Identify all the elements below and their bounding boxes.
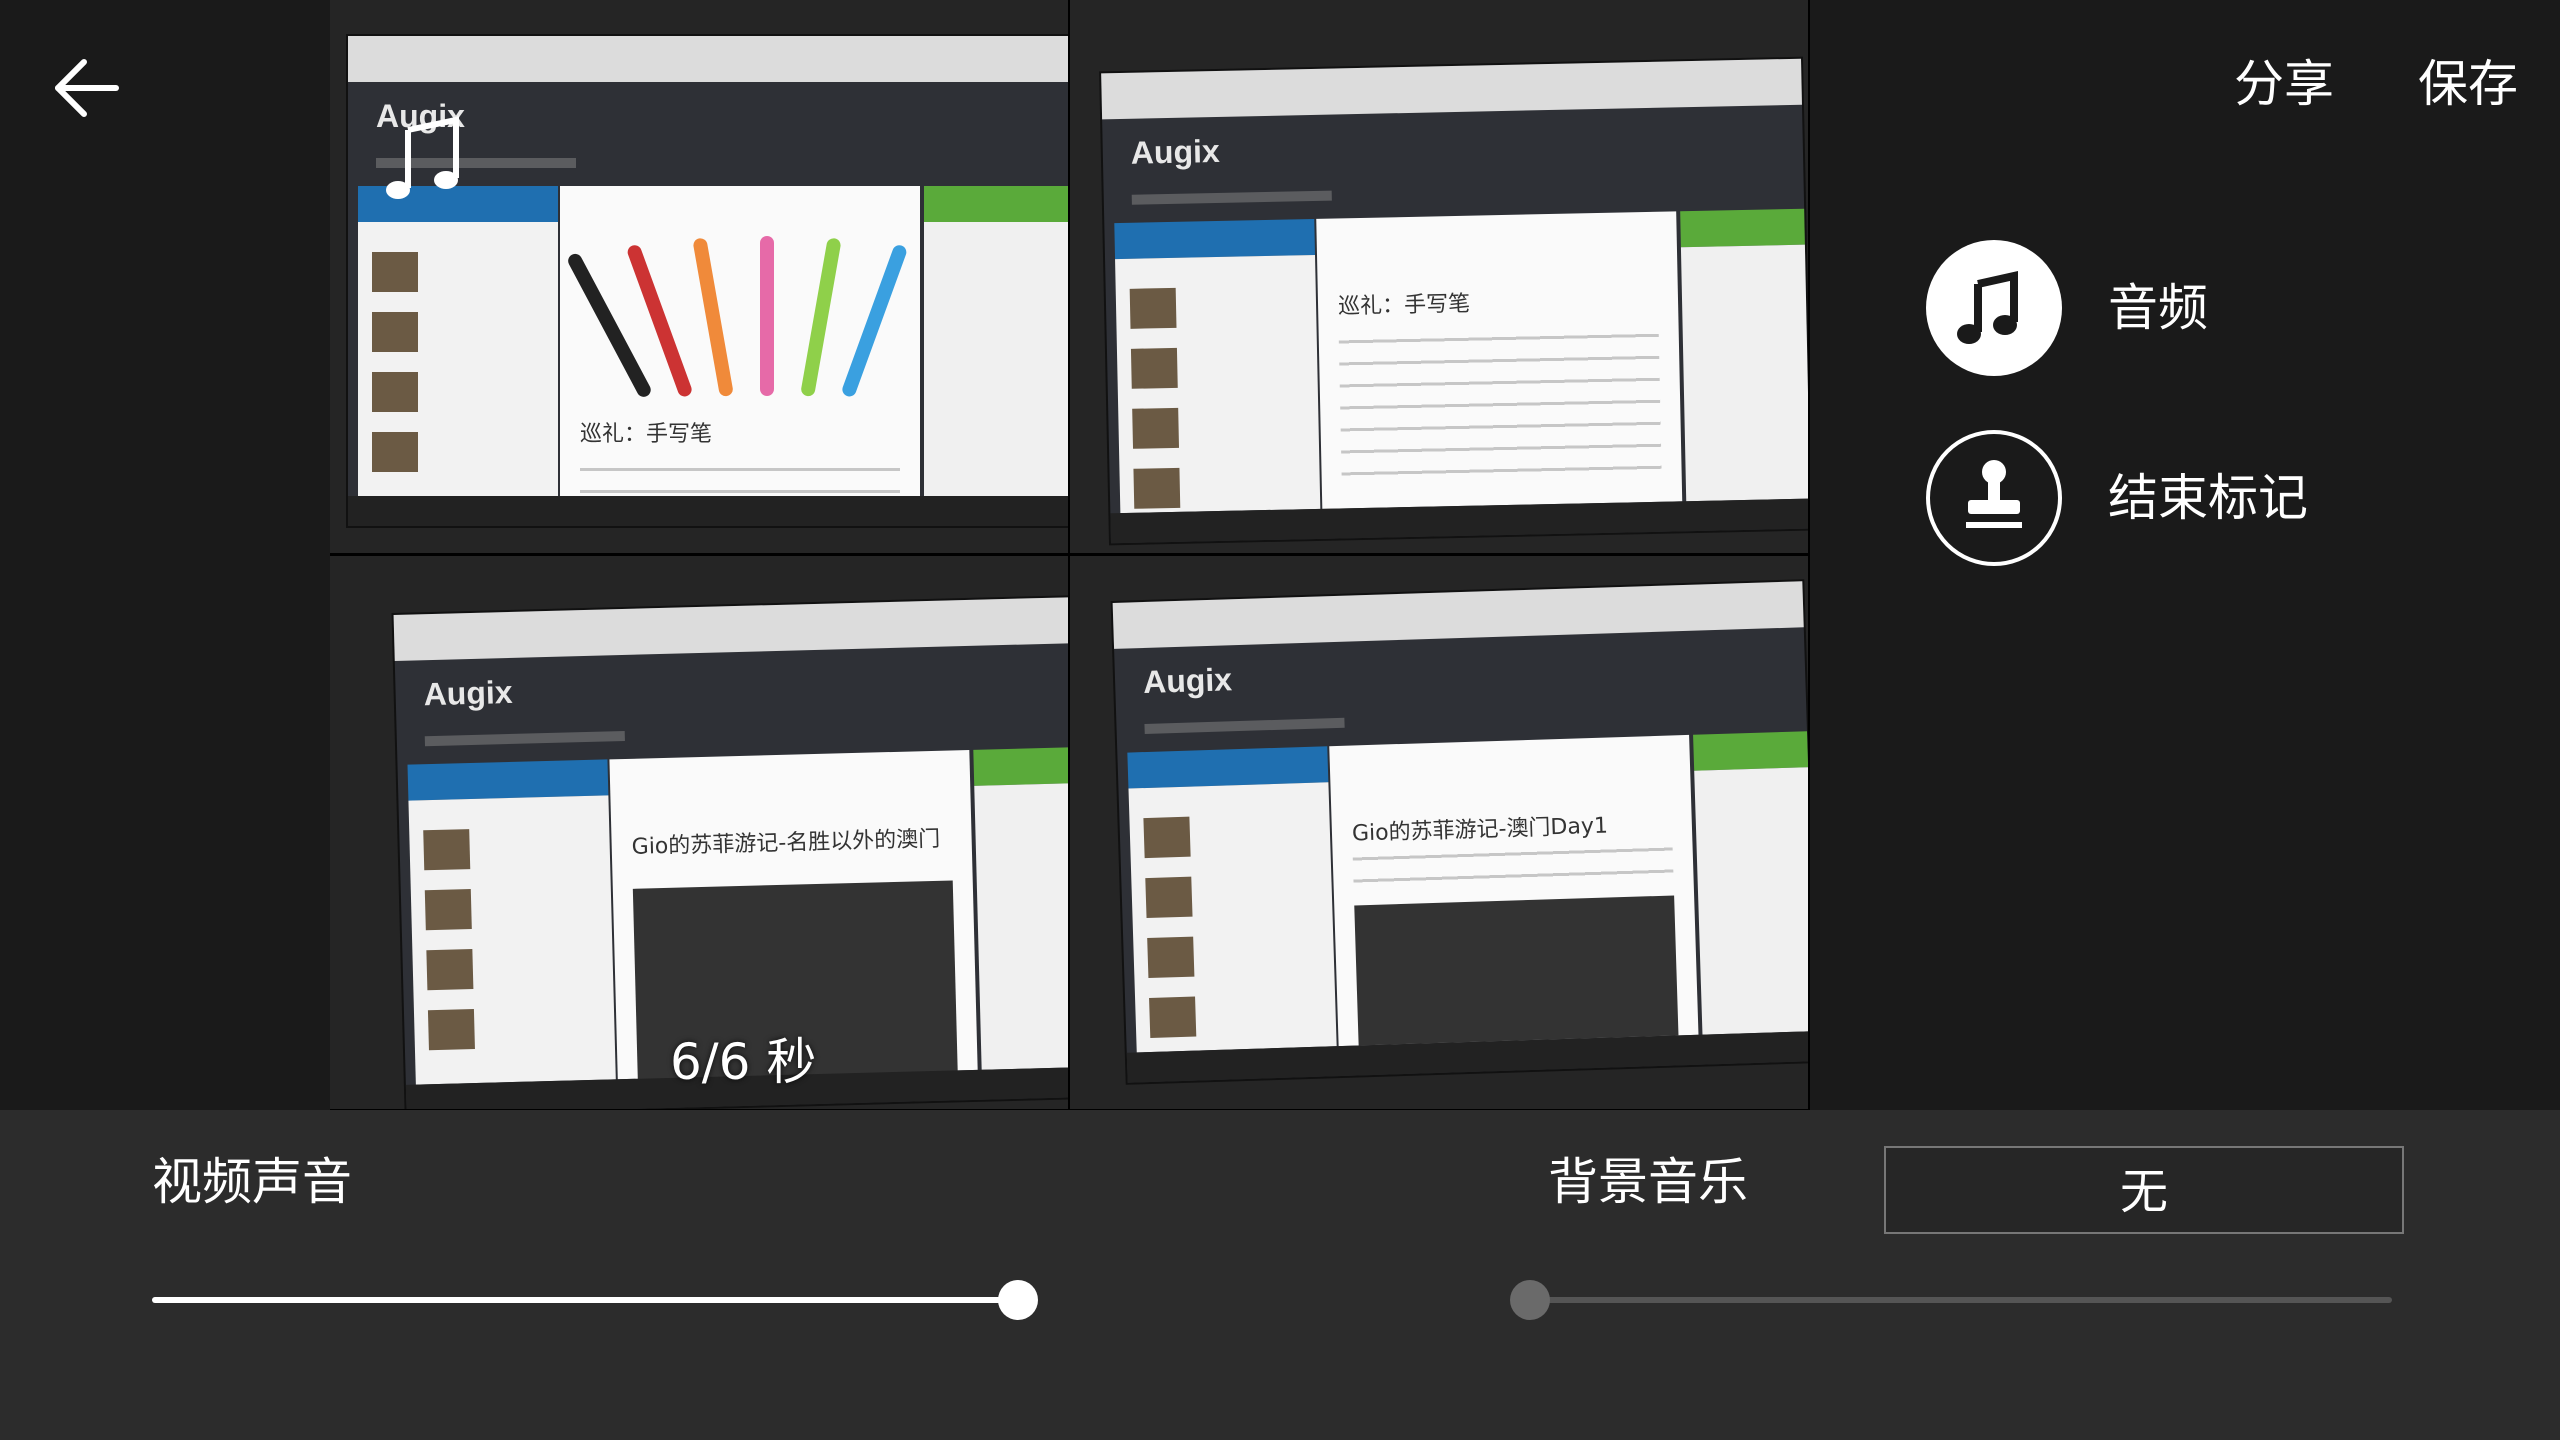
video-sound-label: 视频声音: [152, 1153, 352, 1211]
end-mark-icon-circle: [1926, 430, 2062, 566]
more-bar: [1693, 731, 1808, 771]
calendar-widget: [1694, 767, 1808, 1035]
save-button[interactable]: 保存: [2418, 52, 2518, 116]
browser-titlebar: [348, 36, 1068, 82]
audio-label: 音频: [2108, 279, 2208, 337]
bgm-label: 背景音乐: [1548, 1153, 1748, 1211]
calendar-widget: [924, 222, 1068, 496]
preview-frame-2: Augix 巡礼：手写笔: [1070, 0, 1808, 553]
site-nav: [424, 730, 625, 747]
back-button[interactable]: [48, 48, 128, 128]
laptop-screen: Augix 巡礼：手写笔: [1101, 58, 1808, 544]
post-content: 巡礼：手写笔: [560, 186, 920, 506]
post-content: 巡礼：手写笔: [1316, 211, 1683, 509]
preview-frame-1: Augix 巡礼：手写笔: [330, 0, 1068, 553]
pens-image: [565, 226, 909, 400]
site-sidebar: [408, 795, 616, 1085]
video-preview[interactable]: Augix 巡礼：手写笔 Augix 巡礼：手写笔 Augix Gio的苏菲游记…: [330, 0, 1810, 1110]
slider-track: [1530, 1297, 2392, 1303]
end-mark-button[interactable]: 结束标记: [1926, 430, 2326, 570]
browser-titlebar: [1101, 58, 1802, 120]
site-sidebar: [1115, 254, 1321, 514]
time-label: 6/6 秒: [670, 1033, 817, 1091]
more-bar: [1680, 208, 1805, 248]
bgm-select[interactable]: 无: [1884, 1146, 2404, 1234]
site-sidebar: [1128, 782, 1337, 1053]
browser-titlebar: [393, 597, 1068, 661]
post-text: [1338, 321, 1662, 479]
laptop-screen: Augix 巡礼：手写笔: [348, 36, 1068, 526]
audio-panel: 视频声音 背景音乐 无: [0, 1110, 2560, 1440]
top-area: 分享 保存 Augix 巡礼：手写笔 Augix 巡礼：手写笔 Augix Gi…: [0, 0, 2560, 1110]
preview-frame-4: Augix Gio的苏菲游记-澳门Day1: [1070, 556, 1808, 1109]
site-nav: [1131, 190, 1332, 205]
site-brand: Augix: [1142, 661, 1233, 701]
post-image: [1354, 895, 1679, 1046]
more-bar: [973, 747, 1068, 786]
site-brand: Augix: [1130, 132, 1221, 171]
follow-bar: [1114, 218, 1316, 260]
site-nav: [1144, 717, 1345, 735]
laptop-screen: Augix Gio的苏菲游记-澳门Day1: [1112, 581, 1808, 1083]
more-bar: [924, 186, 1068, 222]
music-note-icon: [386, 116, 459, 199]
browser-titlebar: [1112, 581, 1804, 649]
audio-button[interactable]: 音频: [1926, 240, 2326, 380]
music-note-icon: [1957, 271, 2018, 344]
share-button[interactable]: 分享: [2234, 52, 2334, 116]
slider-fill: [152, 1297, 1018, 1303]
preview-frame-3: Augix Gio的苏菲游记-名胜以外的澳门: [330, 556, 1068, 1109]
arrow-left-icon: [55, 59, 119, 117]
bgm-volume-slider[interactable]: [1510, 1280, 2392, 1320]
site-brand: Augix: [423, 673, 513, 713]
video-sound-slider[interactable]: [152, 1280, 1038, 1320]
post-title: 巡礼：手写笔: [580, 422, 713, 447]
stamp-icon: [1966, 460, 2022, 528]
post-content: Gio的苏菲游记-澳门Day1: [1329, 734, 1699, 1047]
calendar-widget: [974, 783, 1068, 1070]
bgm-selected-value: 无: [2119, 1164, 2168, 1220]
end-mark-label: 结束标记: [2108, 469, 2308, 527]
audio-icon-circle: [1926, 240, 2062, 376]
site-sidebar: [358, 222, 558, 496]
slider-thumb[interactable]: [1510, 1280, 1550, 1320]
follow-bar: [407, 759, 609, 801]
calendar-widget: [1680, 244, 1808, 502]
windows-taskbar: [348, 496, 1068, 526]
post-title: 巡礼：手写笔: [1337, 291, 1471, 320]
post-title: Gio的苏菲游记-名胜以外的澳门: [631, 826, 941, 860]
slider-thumb[interactable]: [998, 1280, 1038, 1320]
